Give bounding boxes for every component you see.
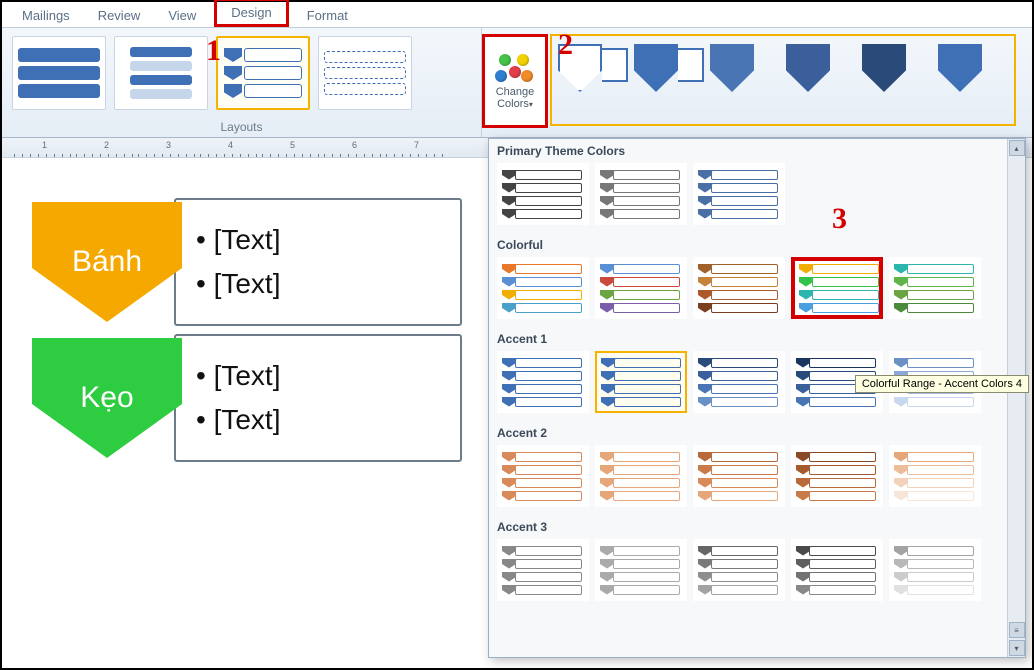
change-colors-label1: Change (496, 86, 535, 98)
tab-format[interactable]: Format (293, 4, 362, 27)
ruler-number: 1 (42, 140, 47, 150)
color-scheme-option[interactable] (595, 257, 687, 319)
color-scheme-option[interactable] (497, 539, 589, 601)
change-colors-label2: Colors (497, 98, 529, 110)
annotation-1: 1 (206, 34, 221, 68)
color-scheme-option[interactable] (497, 445, 589, 507)
ruler-number: 4 (228, 140, 233, 150)
smartart-chevron-2[interactable]: Kẹo (32, 338, 182, 458)
layout-option[interactable] (318, 36, 412, 110)
tab-mailings[interactable]: Mailings (8, 4, 84, 27)
color-scheme-option[interactable] (693, 163, 785, 225)
ribbon-tab-row: Mailings Review View Design Format (2, 2, 1032, 28)
layouts-group: Layouts (2, 28, 482, 137)
layout-option[interactable] (12, 36, 106, 110)
color-scheme-option[interactable] (693, 257, 785, 319)
style-option[interactable] (862, 44, 934, 110)
ruler-number: 6 (352, 140, 357, 150)
color-scheme-option[interactable] (595, 445, 687, 507)
section-header-accent3: Accent 3 (489, 515, 1025, 537)
smartart-textbox-2[interactable]: • [Text] • [Text] (174, 334, 462, 462)
layouts-gallery (2, 28, 481, 110)
color-scheme-option[interactable] (791, 539, 883, 601)
smartart-row[interactable]: Bánh • [Text] • [Text] (32, 198, 462, 326)
color-scheme-option[interactable] (595, 163, 687, 225)
scroll-grip-icon[interactable]: ≡ (1009, 622, 1025, 638)
color-scheme-option[interactable] (889, 257, 981, 319)
section-header-accent2: Accent 2 (489, 421, 1025, 443)
smartart-textbox-1[interactable]: • [Text] • [Text] (174, 198, 462, 326)
style-option[interactable] (634, 44, 706, 110)
change-colors-button[interactable]: ChangeColors▾ (482, 34, 548, 128)
scroll-down-icon[interactable]: ▾ (1009, 640, 1025, 656)
dropdown-arrow-icon: ▾ (529, 100, 533, 109)
section-header-primary: Primary Theme Colors (489, 139, 1025, 161)
dropdown-scrollbar[interactable]: ▴ ≡ ▾ (1007, 139, 1025, 657)
annotation-3: 3 (832, 202, 847, 236)
smartart-styles-gallery (550, 34, 1016, 126)
color-scheme-option[interactable] (693, 539, 785, 601)
section-header-colorful: Colorful (489, 233, 1025, 255)
ruler-number: 5 (290, 140, 295, 150)
bullet-placeholder[interactable]: • [Text] (196, 262, 440, 306)
color-scheme-option[interactable] (693, 351, 785, 413)
smartart-row[interactable]: Kẹo • [Text] • [Text] (32, 334, 462, 462)
color-scheme-option[interactable] (497, 351, 589, 413)
scroll-up-icon[interactable]: ▴ (1009, 140, 1025, 156)
color-tooltip: Colorful Range - Accent Colors 4 (855, 375, 1029, 393)
tab-design[interactable]: Design (214, 0, 288, 27)
layout-option-selected[interactable] (216, 36, 310, 110)
smartart-graphic[interactable]: Bánh • [Text] • [Text] Kẹo • [Text] • [T… (32, 198, 462, 462)
color-scheme-option[interactable] (497, 163, 589, 225)
ruler-number: 2 (104, 140, 109, 150)
color-scheme-option[interactable] (791, 445, 883, 507)
smartart-chevron-1[interactable]: Bánh (32, 202, 182, 322)
tab-review[interactable]: Review (84, 4, 155, 27)
bullet-placeholder[interactable]: • [Text] (196, 354, 440, 398)
annotation-2: 2 (558, 28, 573, 62)
ribbon: Layouts ChangeColors▾ (2, 28, 1032, 138)
style-option[interactable] (938, 44, 1010, 110)
color-scheme-option[interactable] (791, 257, 883, 319)
change-colors-icon (495, 52, 535, 86)
color-scheme-option[interactable] (497, 257, 589, 319)
color-scheme-option[interactable] (889, 539, 981, 601)
layout-option[interactable] (114, 36, 208, 110)
section-header-accent1: Accent 1 (489, 327, 1025, 349)
layouts-group-label: Layouts (2, 120, 481, 134)
color-scheme-option[interactable] (889, 445, 981, 507)
style-option[interactable] (710, 44, 782, 110)
color-scheme-option[interactable] (595, 351, 687, 413)
style-option[interactable] (786, 44, 858, 110)
tab-view[interactable]: View (154, 4, 210, 27)
ruler-number: 3 (166, 140, 171, 150)
color-scheme-option[interactable] (693, 445, 785, 507)
ruler-number: 7 (414, 140, 419, 150)
bullet-placeholder[interactable]: • [Text] (196, 398, 440, 442)
bullet-placeholder[interactable]: • [Text] (196, 218, 440, 262)
change-colors-dropdown: ▴ ≡ ▾ Primary Theme Colors Colorful Acce… (488, 138, 1026, 658)
color-scheme-option[interactable] (595, 539, 687, 601)
